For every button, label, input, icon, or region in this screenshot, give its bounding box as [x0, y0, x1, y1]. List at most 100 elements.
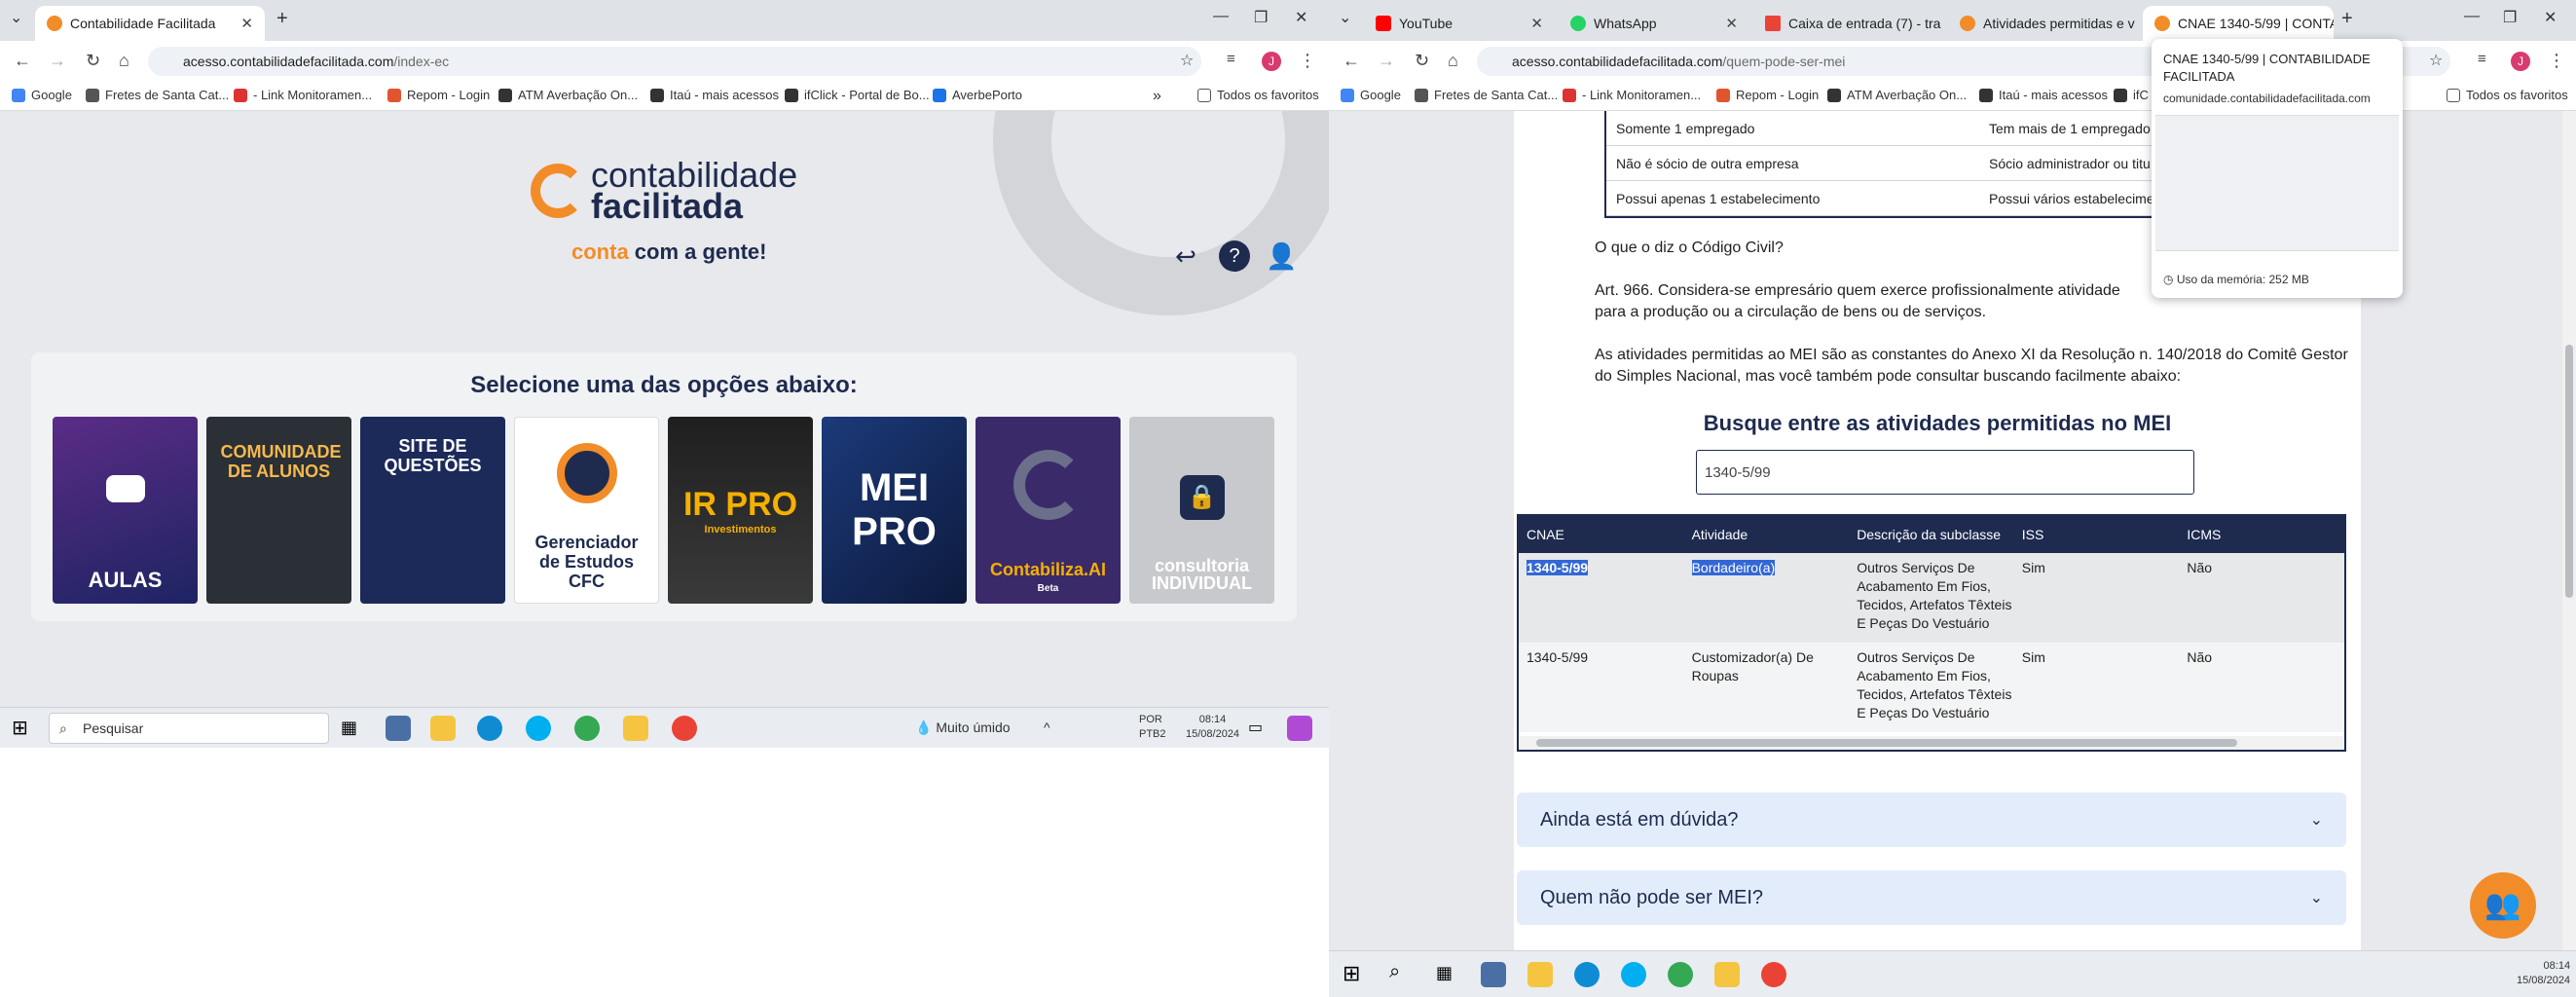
bookmark-google[interactable]: Google [1341, 88, 1401, 102]
tray-app-icon[interactable] [1287, 716, 1312, 741]
bookmark-itau[interactable]: Itaú - mais acessos [650, 88, 779, 102]
bookmark-atm[interactable]: ATM Averbação On... [498, 88, 638, 102]
windows-start-icon[interactable]: ⊞ [12, 716, 37, 741]
vertical-scrollbar[interactable] [2562, 111, 2576, 950]
bookmark-google[interactable]: Google [12, 88, 72, 102]
back-arrow-icon[interactable]: ↩ [1170, 240, 1201, 272]
card-meipro[interactable]: MEI PRO [822, 417, 967, 604]
calculator-icon[interactable] [386, 716, 411, 741]
card-questoes[interactable]: SITE DE QUESTÕES [360, 417, 505, 604]
bookmark-atm[interactable]: ATM Averbação On... [1827, 88, 1967, 102]
new-tab-button[interactable]: + [2341, 8, 2353, 30]
bookmark-monitoramento[interactable]: - Link Monitoramen... [1563, 88, 1701, 102]
tab-close-icon[interactable]: ✕ [1725, 15, 1738, 32]
forward-icon[interactable]: → [1378, 51, 1395, 71]
reload-icon[interactable]: ↻ [1415, 51, 1429, 71]
card-consultoria[interactable]: 🔒 consultoria INDIVIDUAL [1129, 417, 1274, 604]
back-icon[interactable]: ← [14, 51, 31, 71]
close-window-icon[interactable]: ✕ [1295, 8, 1307, 27]
skype-icon[interactable] [526, 716, 551, 741]
maximize-icon[interactable]: ❐ [1254, 8, 1268, 27]
forward-icon[interactable]: → [49, 51, 66, 71]
bookmark-averbeporto[interactable]: AverbePorto [933, 88, 1022, 102]
language-indicator[interactable]: POR PTB2 [1139, 713, 1166, 742]
menu-icon[interactable]: ⋮ [2548, 51, 2565, 71]
card-comunidade[interactable]: COMUNIDADE DE ALUNOS [206, 417, 351, 604]
tab-whatsapp[interactable]: WhatsApp ✕ [1559, 6, 1749, 41]
new-tab-button[interactable]: + [276, 8, 288, 30]
skype-icon[interactable] [1621, 962, 1646, 987]
task-view-icon[interactable]: ▦ [1436, 963, 1461, 988]
bookmark-ifclick[interactable]: ifClick - Portal de Bo... [785, 88, 930, 102]
media-control-icon[interactable]: ≡ [1227, 51, 1235, 67]
app-yellow-icon[interactable] [623, 716, 648, 741]
file-explorer-icon[interactable] [430, 716, 456, 741]
bookmark-itau[interactable]: Itaú - mais acessos [1979, 88, 2108, 102]
tab-close-icon[interactable]: ✕ [1530, 15, 1543, 32]
card-aulas[interactable]: AULAS [53, 417, 198, 604]
tab-youtube[interactable]: YouTube ✕ [1364, 6, 1555, 41]
tab-cnae[interactable]: CNAE 1340-5/99 | CONTA✕ [2143, 6, 2334, 41]
profile-avatar[interactable]: J [1262, 52, 1281, 71]
tab-gmail[interactable]: Caixa de entrada (7) - tra✕ [1753, 6, 1944, 41]
clock[interactable]: 08:14 15/08/2024 [1186, 713, 1239, 742]
notification-icon[interactable]: ▭ [1248, 718, 1263, 737]
faq-duvida[interactable]: Ainda está em dúvida? ⌄ [1517, 793, 2346, 847]
cnae-search-input[interactable]: 1340-5/99 [1696, 450, 2194, 495]
profile-avatar[interactable]: J [2511, 52, 2530, 71]
bookmark-repom[interactable]: Repom - Login [1716, 88, 1819, 102]
bookmark-repom[interactable]: Repom - Login [387, 88, 490, 102]
media-control-icon[interactable]: ≡ [2478, 51, 2486, 67]
chrome-active-icon[interactable] [672, 716, 697, 741]
reload-icon[interactable]: ↻ [86, 51, 100, 71]
tab-atividades[interactable]: Atividades permitidas e v✕ [1948, 6, 2139, 41]
user-icon[interactable]: 👤 [1266, 240, 1297, 272]
chrome-icon[interactable] [574, 716, 600, 741]
all-bookmarks[interactable]: Todos os favoritos [2447, 88, 2568, 102]
card-irpro[interactable]: IR PRO Investimentos [668, 417, 813, 604]
calculator-icon[interactable] [1481, 962, 1506, 987]
weather-widget[interactable]: 💧 Muito úmido [915, 720, 1011, 736]
taskbar-search[interactable]: ⌕ Pesquisar [49, 713, 329, 744]
back-icon[interactable]: ← [1343, 51, 1360, 71]
card-cfc[interactable]: Gerenciador de Estudos CFC [514, 417, 659, 604]
card-contabiliza-ai[interactable]: Contabiliza.AI Beta [975, 417, 1121, 604]
tab-search-icon[interactable]: ⌄ [1339, 8, 1351, 27]
home-icon[interactable]: ⌂ [119, 51, 129, 71]
chrome-icon[interactable] [1668, 962, 1693, 987]
horizontal-scrollbar[interactable] [1519, 736, 2344, 750]
minimize-icon[interactable]: — [1213, 8, 1229, 25]
bookmark-ifclick[interactable]: ifC [2114, 88, 2149, 102]
maximize-icon[interactable]: ❐ [2503, 8, 2517, 27]
bookmark-fretes[interactable]: Fretes de Santa Cat... [1415, 88, 1558, 102]
tab-close-icon[interactable]: ✕ [240, 15, 253, 32]
tab-contabilidade[interactable]: Contabilidade Facilitada ✕ [35, 6, 265, 41]
edge-icon[interactable] [477, 716, 502, 741]
community-chat-icon[interactable]: 👥 [2470, 872, 2536, 939]
file-explorer-icon[interactable] [1527, 962, 1553, 987]
all-bookmarks[interactable]: Todos os favoritos [1197, 88, 1319, 102]
bookmark-fretes[interactable]: Fretes de Santa Cat... [86, 88, 229, 102]
address-bar[interactable]: acesso.contabilidadefacilitada.com/index… [148, 47, 1201, 76]
minimize-icon[interactable]: — [2464, 8, 2480, 25]
bookmarks-overflow-button[interactable]: » [1153, 88, 1161, 105]
chrome-active-icon[interactable] [1761, 962, 1786, 987]
tab-search-icon[interactable]: ⌄ [10, 8, 22, 27]
task-view-icon[interactable]: ▦ [341, 718, 366, 743]
faq-quem-nao-pode[interactable]: Quem não pode ser MEI? ⌄ [1517, 870, 2346, 925]
app-yellow-icon[interactable] [1714, 962, 1740, 987]
search-icon[interactable]: ⌕ [1389, 961, 1415, 986]
bookmark-star-icon[interactable]: ☆ [1180, 51, 1194, 70]
close-window-icon[interactable]: ✕ [2544, 8, 2557, 27]
help-icon[interactable]: ? [1219, 240, 1250, 272]
menu-icon[interactable]: ⋮ [1299, 51, 1316, 71]
tray-chevron-icon[interactable]: ^ [1044, 720, 1050, 735]
bookmark-monitoramento[interactable]: - Link Monitoramen... [234, 88, 372, 102]
edge-icon[interactable] [1574, 962, 1600, 987]
clock[interactable]: 08:14 15/08/2024 [2517, 959, 2570, 988]
scroll-thumb[interactable] [1536, 739, 2237, 747]
home-icon[interactable]: ⌂ [1448, 51, 1458, 71]
bookmark-star-icon[interactable]: ☆ [2429, 51, 2443, 70]
scroll-thumb[interactable] [2565, 345, 2573, 598]
windows-start-icon[interactable]: ⊞ [1343, 961, 1368, 986]
